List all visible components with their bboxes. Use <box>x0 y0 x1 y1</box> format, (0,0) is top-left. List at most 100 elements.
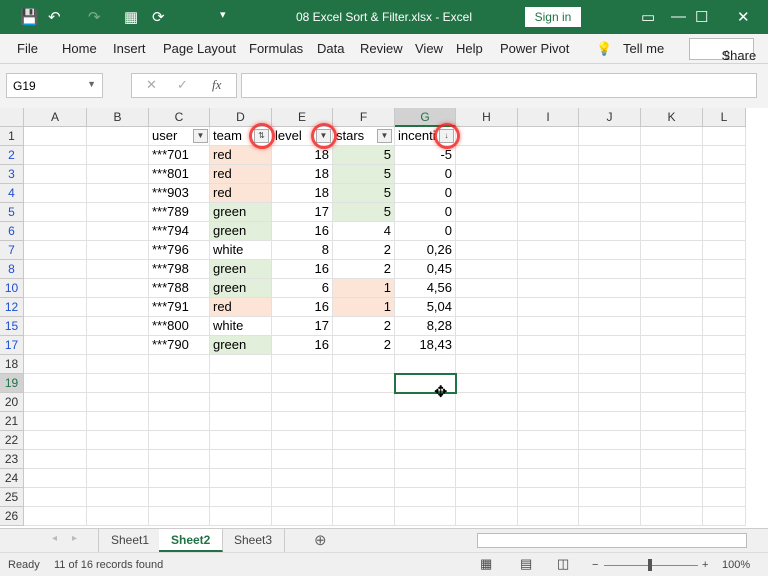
cell[interactable] <box>579 469 641 488</box>
cell[interactable] <box>333 507 395 526</box>
row-header-12[interactable]: 12 <box>0 298 24 317</box>
name-box[interactable]: G19 ▼ <box>6 73 103 98</box>
cell[interactable] <box>24 431 87 450</box>
cell[interactable] <box>395 507 456 526</box>
cell[interactable] <box>703 146 746 165</box>
column-header-F[interactable]: F <box>333 108 395 127</box>
select-all-button[interactable] <box>0 108 24 127</box>
tab-help[interactable]: Help <box>456 41 483 56</box>
page-break-view-icon[interactable]: ◫ <box>557 556 569 572</box>
cell-team[interactable]: green <box>210 203 272 222</box>
filter-dropdown-stars[interactable]: ▼ <box>377 129 392 143</box>
scroll-right-icon[interactable]: ▸ <box>72 533 77 544</box>
cell[interactable] <box>210 393 272 412</box>
sheet-tab-sheet3[interactable]: Sheet3 <box>222 529 286 552</box>
cell-stars[interactable]: 2 <box>333 317 395 336</box>
cell[interactable] <box>641 450 703 469</box>
cell[interactable] <box>456 450 518 469</box>
cell[interactable] <box>641 336 703 355</box>
cell[interactable] <box>518 127 579 146</box>
share-button[interactable]: ⇪ Share <box>689 38 756 63</box>
cell[interactable] <box>456 317 518 336</box>
cell-incentive[interactable]: 0 <box>395 184 456 203</box>
cell[interactable] <box>87 279 149 298</box>
cell[interactable] <box>579 165 641 184</box>
cell[interactable] <box>333 374 395 393</box>
cell[interactable] <box>703 431 746 450</box>
column-header-C[interactable]: C <box>149 108 210 127</box>
cell[interactable] <box>87 488 149 507</box>
cell[interactable] <box>210 469 272 488</box>
cell-user[interactable]: ***796 <box>149 241 210 260</box>
cell[interactable] <box>210 507 272 526</box>
cell[interactable] <box>87 146 149 165</box>
cell-stars[interactable]: 5 <box>333 184 395 203</box>
cell[interactable] <box>703 127 746 146</box>
cell[interactable] <box>210 488 272 507</box>
row-header-10[interactable]: 10 <box>0 279 24 298</box>
cell-incentive[interactable]: 0,45 <box>395 260 456 279</box>
cell[interactable] <box>456 469 518 488</box>
cell-stars[interactable]: 1 <box>333 279 395 298</box>
cell[interactable] <box>24 488 87 507</box>
cell-level[interactable]: 6 <box>272 279 333 298</box>
cell[interactable] <box>456 222 518 241</box>
row-header-26[interactable]: 26 <box>0 507 24 526</box>
tab-home[interactable]: Home <box>62 41 97 56</box>
cell[interactable] <box>518 165 579 184</box>
cell-team[interactable]: red <box>210 165 272 184</box>
cell-stars[interactable]: 5 <box>333 165 395 184</box>
row-header-17[interactable]: 17 <box>0 336 24 355</box>
cell[interactable] <box>456 374 518 393</box>
cell[interactable] <box>518 393 579 412</box>
cell[interactable] <box>579 241 641 260</box>
cell[interactable] <box>579 336 641 355</box>
cell[interactable] <box>87 336 149 355</box>
cell-incentive[interactable]: 4,56 <box>395 279 456 298</box>
cell-level[interactable]: 18 <box>272 165 333 184</box>
tell-me[interactable]: Tell me <box>623 41 664 56</box>
cell[interactable] <box>518 355 579 374</box>
cell[interactable] <box>87 260 149 279</box>
cell[interactable] <box>456 298 518 317</box>
row-header-6[interactable]: 6 <box>0 222 24 241</box>
cell[interactable] <box>703 488 746 507</box>
cell[interactable] <box>395 412 456 431</box>
tab-data[interactable]: Data <box>317 41 344 56</box>
cell[interactable] <box>456 412 518 431</box>
cell[interactable] <box>703 355 746 374</box>
add-sheet-icon[interactable]: ⊕ <box>314 531 327 549</box>
row-header-1[interactable]: 1 <box>0 127 24 146</box>
cell[interactable] <box>456 507 518 526</box>
cell[interactable] <box>641 279 703 298</box>
tab-page-layout[interactable]: Page Layout <box>163 41 236 56</box>
cell-incentive[interactable]: 0,26 <box>395 241 456 260</box>
cell[interactable] <box>456 393 518 412</box>
cell[interactable] <box>333 355 395 374</box>
cell-level[interactable]: 17 <box>272 203 333 222</box>
row-header-2[interactable]: 2 <box>0 146 24 165</box>
cell[interactable] <box>579 203 641 222</box>
cell[interactable] <box>703 412 746 431</box>
cell[interactable] <box>24 203 87 222</box>
column-header-H[interactable]: H <box>456 108 518 127</box>
cell[interactable] <box>579 222 641 241</box>
cell[interactable] <box>579 431 641 450</box>
cell-user[interactable]: ***791 <box>149 298 210 317</box>
cell-user[interactable]: ***789 <box>149 203 210 222</box>
cell[interactable] <box>149 374 210 393</box>
cell[interactable] <box>579 260 641 279</box>
cell[interactable] <box>703 184 746 203</box>
cell[interactable] <box>703 336 746 355</box>
cell-team[interactable]: green <box>210 260 272 279</box>
tab-review[interactable]: Review <box>360 41 403 56</box>
row-header-19[interactable]: 19 <box>0 374 24 393</box>
cell[interactable] <box>518 222 579 241</box>
tab-insert[interactable]: Insert <box>113 41 146 56</box>
cell[interactable] <box>87 298 149 317</box>
cell-team[interactable]: green <box>210 222 272 241</box>
row-header-25[interactable]: 25 <box>0 488 24 507</box>
cell[interactable] <box>395 488 456 507</box>
zoom-in-icon[interactable]: + <box>702 559 708 571</box>
cell-user[interactable]: ***701 <box>149 146 210 165</box>
